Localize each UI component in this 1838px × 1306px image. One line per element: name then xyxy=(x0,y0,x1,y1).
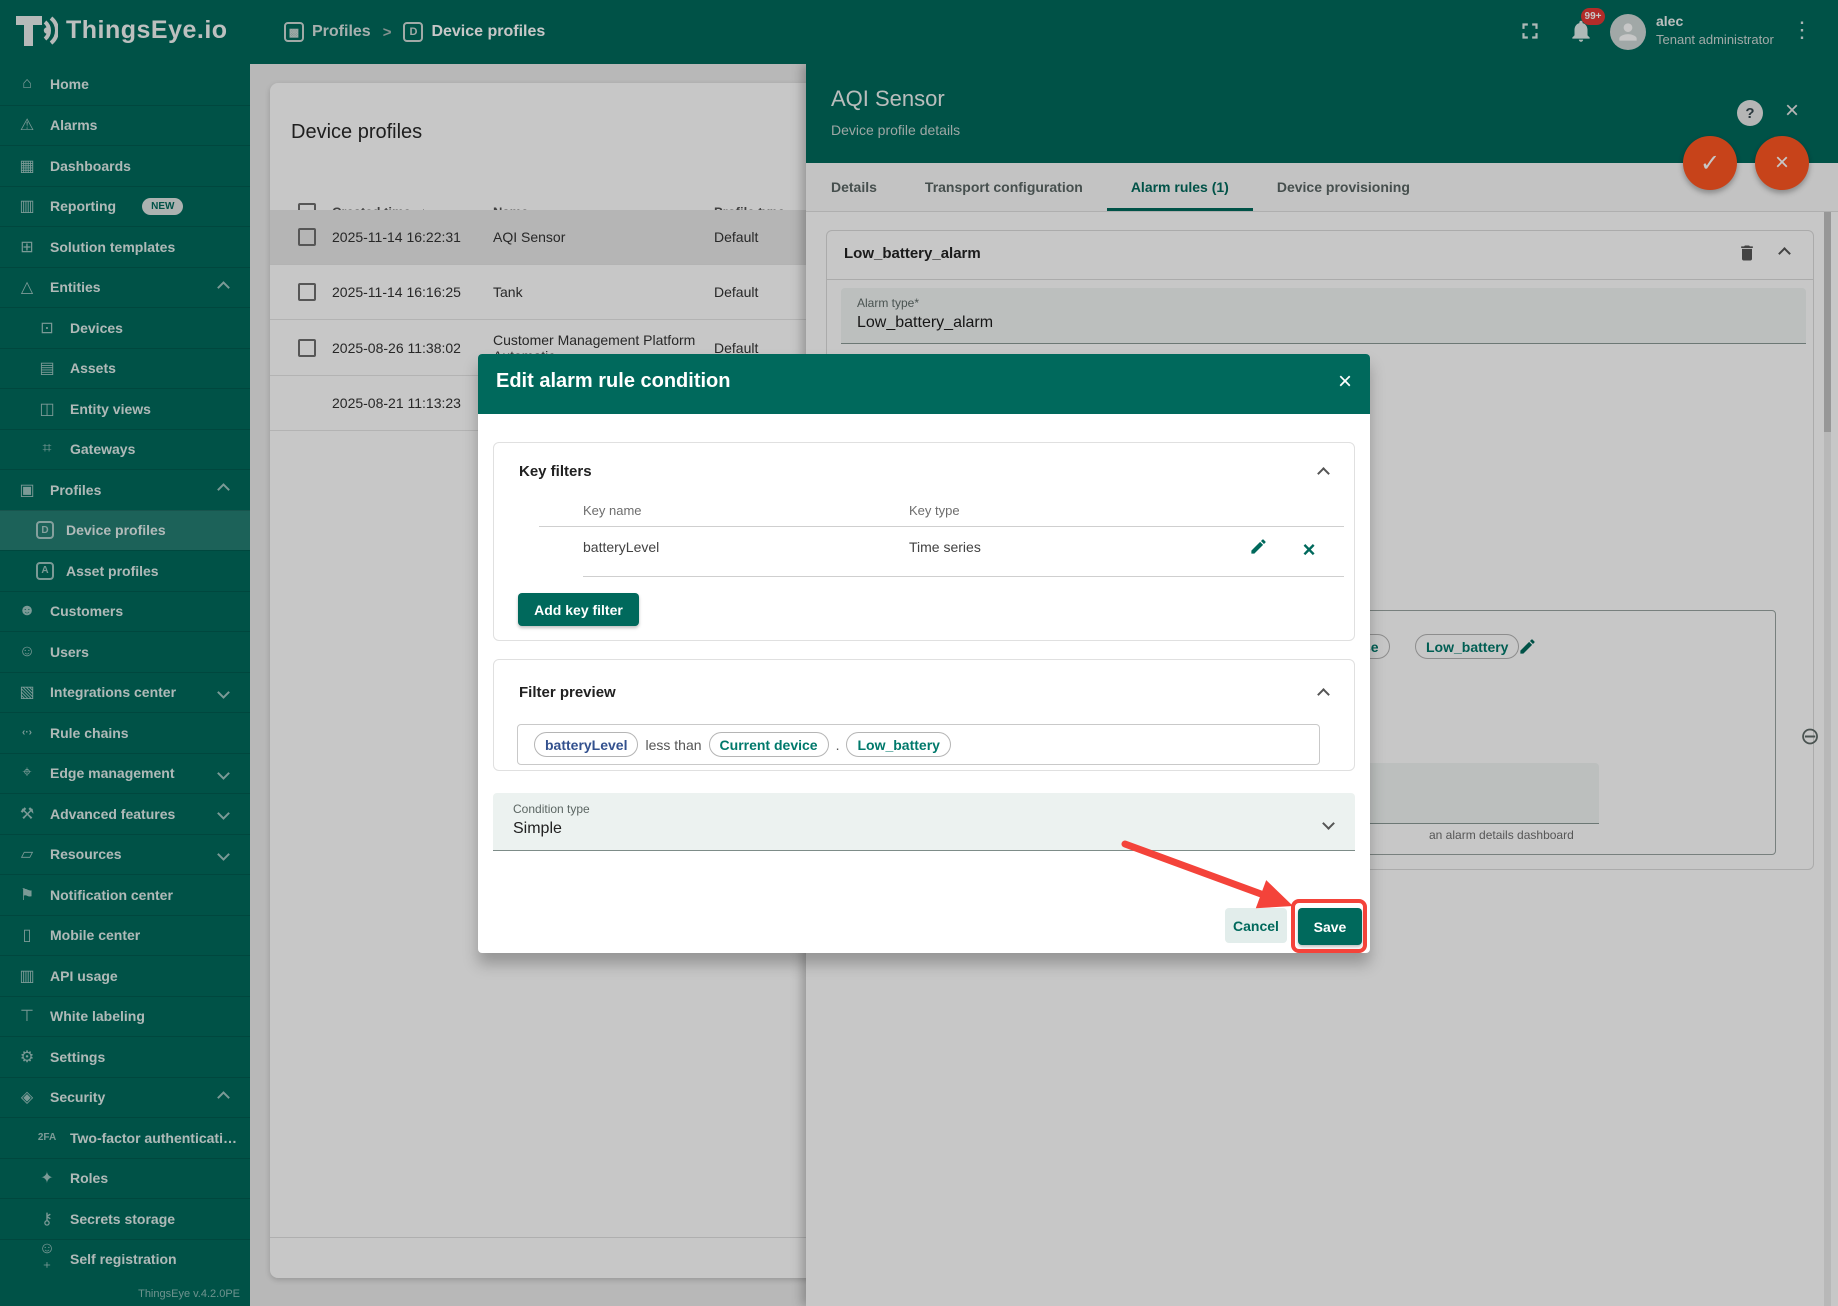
annotation-arrow xyxy=(1100,822,1310,922)
app-screen: Device profiles Created time ↓ Name Prof… xyxy=(0,0,1838,1306)
condition-type-value: Simple xyxy=(513,820,562,838)
add-key-filter-button[interactable]: Add key filter xyxy=(518,593,639,626)
dialog-close-icon[interactable]: × xyxy=(1338,368,1352,396)
dropdown-caret-icon xyxy=(1322,817,1335,830)
remove-key-filter-icon[interactable]: × xyxy=(1298,537,1320,559)
divider xyxy=(583,576,1344,577)
dialog-header: Edit alarm rule condition × xyxy=(478,354,1370,414)
filter-preview-expression: batteryLevel less than Current device . … xyxy=(517,724,1320,765)
key-filter-name: batteryLevel xyxy=(583,539,659,555)
operator-text: less than xyxy=(645,737,701,753)
key-filter-type: Time series xyxy=(909,539,981,555)
edit-key-filter-icon[interactable] xyxy=(1249,537,1271,559)
entity-chip: Current device xyxy=(709,732,829,757)
key-filters-card: Key filters Key name Key type batteryLev… xyxy=(493,442,1355,641)
divider xyxy=(539,526,1344,527)
filter-preview-card: Filter preview batteryLevel less than Cu… xyxy=(493,659,1355,771)
filter-preview-title: Filter preview xyxy=(519,684,616,701)
key-chip: batteryLevel xyxy=(534,732,638,757)
condition-type-label: Condition type xyxy=(513,802,590,816)
collapse-key-filters-icon[interactable] xyxy=(1317,467,1330,480)
key-filters-title: Key filters xyxy=(519,463,592,480)
key-name-column-header: Key name xyxy=(583,503,642,518)
collapse-filter-preview-icon[interactable] xyxy=(1317,688,1330,701)
key-type-column-header: Key type xyxy=(909,503,960,518)
value-chip: Low_battery xyxy=(846,732,950,757)
separator-text: . xyxy=(836,737,840,753)
dialog-title: Edit alarm rule condition xyxy=(496,370,730,393)
